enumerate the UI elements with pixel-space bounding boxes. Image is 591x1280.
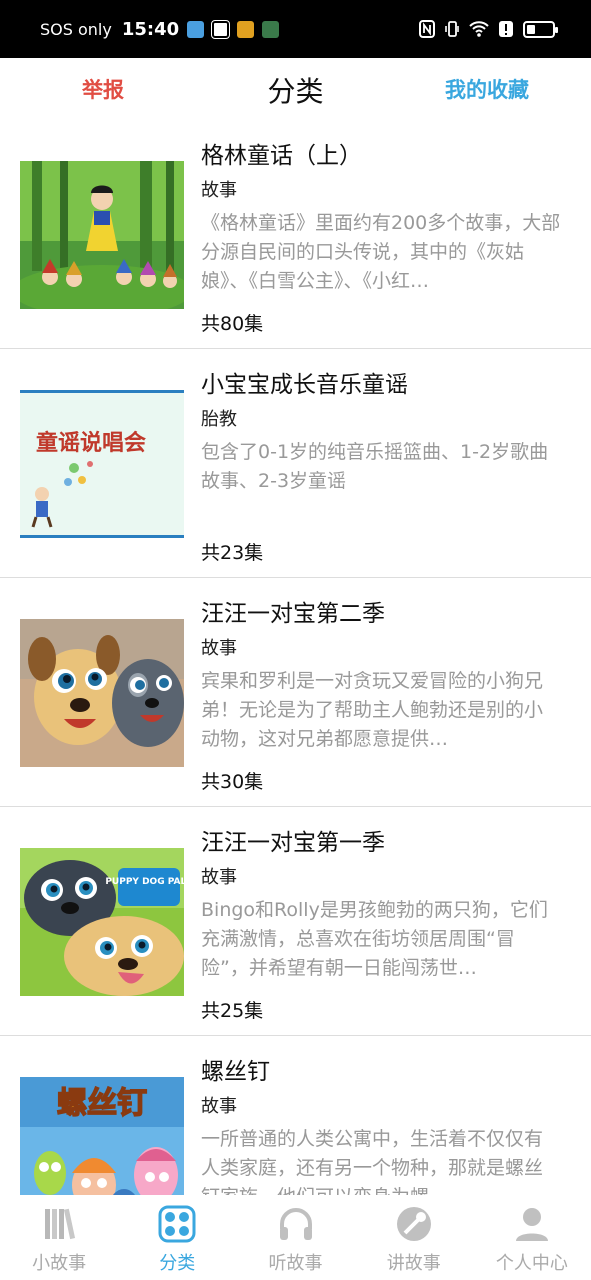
my-favorites-button[interactable]: 我的收藏: [445, 74, 529, 104]
headphones-icon: [279, 1208, 312, 1240]
status-right: [419, 20, 558, 38]
status-left: SOS only 15:40: [40, 18, 280, 40]
item-category: 故事: [201, 638, 237, 659]
list-item[interactable]: 螺丝钉 螺丝钉 故事 一所普通的人类公寓中，生活着不仅仅有人类家庭，还有另一个物…: [0, 1036, 591, 1195]
report-button[interactable]: 举报: [82, 74, 124, 104]
tab-label: 听故事: [268, 1253, 323, 1274]
news-notification-icon: [237, 20, 255, 38]
tab-category[interactable]: 分类: [118, 1195, 236, 1280]
thumbnail-image: PUPPY DOG PALS: [20, 848, 184, 996]
thumbnail-image: [20, 161, 184, 309]
item-title: 格林童话（上）: [201, 143, 362, 169]
thumbnail-caption: PUPPY DOG PALS: [105, 877, 184, 887]
item-episode-count: 共80集: [201, 313, 264, 335]
microphone-icon: [396, 1207, 431, 1241]
item-title: 汪汪一对宝第一季: [201, 830, 385, 856]
tab-stories[interactable]: 小故事: [0, 1195, 118, 1280]
item-title: 螺丝钉: [201, 1059, 270, 1085]
item-description: 包含了0-1岁的纯音乐摇篮曲、1-2岁歌曲故事、2-3岁童谣: [201, 441, 549, 492]
item-category: 故事: [201, 1096, 237, 1117]
item-title: 小宝宝成长音乐童谣: [201, 372, 408, 398]
thumbnail-caption: 童谣说唱会: [36, 430, 146, 456]
alert-icon: [499, 21, 513, 37]
vibrate-icon: [445, 21, 459, 37]
tool-notification-icon: [262, 20, 280, 38]
item-description: 宾果和罗利是一对贪玩又爱冒险的小狗兄弟！无论是为了帮助主人鲍勃还是别的小动物，这…: [201, 670, 544, 750]
item-episode-count: 共23集: [201, 542, 264, 564]
tab-label: 个人中心: [495, 1253, 568, 1274]
tab-profile[interactable]: 个人中心: [473, 1195, 591, 1280]
category-list[interactable]: 格林童话（上） 故事 《格林童话》里面约有200多个故事，大部分源自民间的口头传…: [0, 120, 591, 1195]
carrier-text: SOS only: [40, 19, 112, 39]
list-item[interactable]: 格林童话（上） 故事 《格林童话》里面约有200多个故事，大部分源自民间的口头传…: [0, 120, 591, 349]
item-title: 汪汪一对宝第二季: [201, 601, 385, 627]
item-category: 故事: [201, 180, 237, 201]
item-category: 胎教: [201, 409, 237, 430]
tab-label: 小故事: [32, 1253, 87, 1274]
item-description: Bingo和Rolly是男孩鲍勃的两只狗，它们充满激情，总喜欢在街坊领居周围“冒…: [201, 899, 548, 979]
app-notification-icon: [187, 20, 205, 38]
person-icon: [515, 1208, 548, 1241]
thumbnail-image: 童谣说唱会: [20, 390, 184, 538]
list-item[interactable]: PUPPY DOG PALS 汪汪一对宝第一季 故事 Bingo和Rolly是男…: [0, 807, 591, 1036]
tab-label: 讲故事: [386, 1253, 441, 1274]
item-episode-count: 共30集: [201, 771, 264, 793]
category-icon: [158, 1205, 196, 1243]
list-item[interactable]: 汪汪一对宝第二季 故事 宾果和罗利是一对贪玩又爱冒险的小狗兄弟！无论是为了帮助主…: [0, 578, 591, 807]
app-header: 举报 分类 我的收藏: [0, 58, 591, 120]
thumbnail-caption: 螺丝钉: [57, 1086, 147, 1121]
tab-tell[interactable]: 讲故事: [355, 1195, 473, 1280]
item-episode-count: 共25集: [201, 1000, 264, 1022]
list-item[interactable]: 童谣说唱会 小宝宝成长音乐童谣 胎教 包含了0-1岁的纯音乐摇篮曲、1-2岁歌曲…: [0, 349, 591, 578]
wifi-icon: [469, 21, 489, 37]
item-description: 一所普通的人类公寓中，生活着不仅仅有人类家庭，还有另一个物种，那就是螺丝钉家族，…: [201, 1128, 544, 1195]
upload-notification-icon: [211, 19, 231, 39]
item-category: 故事: [201, 867, 237, 888]
item-description: 《格林童话》里面约有200多个故事，大部分源自民间的口头传说，其中的《灰姑娘》、…: [201, 212, 561, 292]
books-icon: [45, 1208, 76, 1240]
thumbnail-image: [20, 619, 184, 767]
bottom-tab-bar: 小故事 分类 听故事 讲故事 个人中心: [0, 1195, 591, 1280]
nfc-icon: [419, 20, 435, 38]
tab-label: 分类: [159, 1253, 196, 1274]
clock-text: 15:40: [121, 18, 180, 40]
status-bar: SOS only 15:40: [0, 0, 591, 58]
battery-icon: [523, 20, 558, 38]
tab-listen[interactable]: 听故事: [236, 1195, 354, 1280]
thumbnail-image: 螺丝钉: [20, 1077, 184, 1195]
